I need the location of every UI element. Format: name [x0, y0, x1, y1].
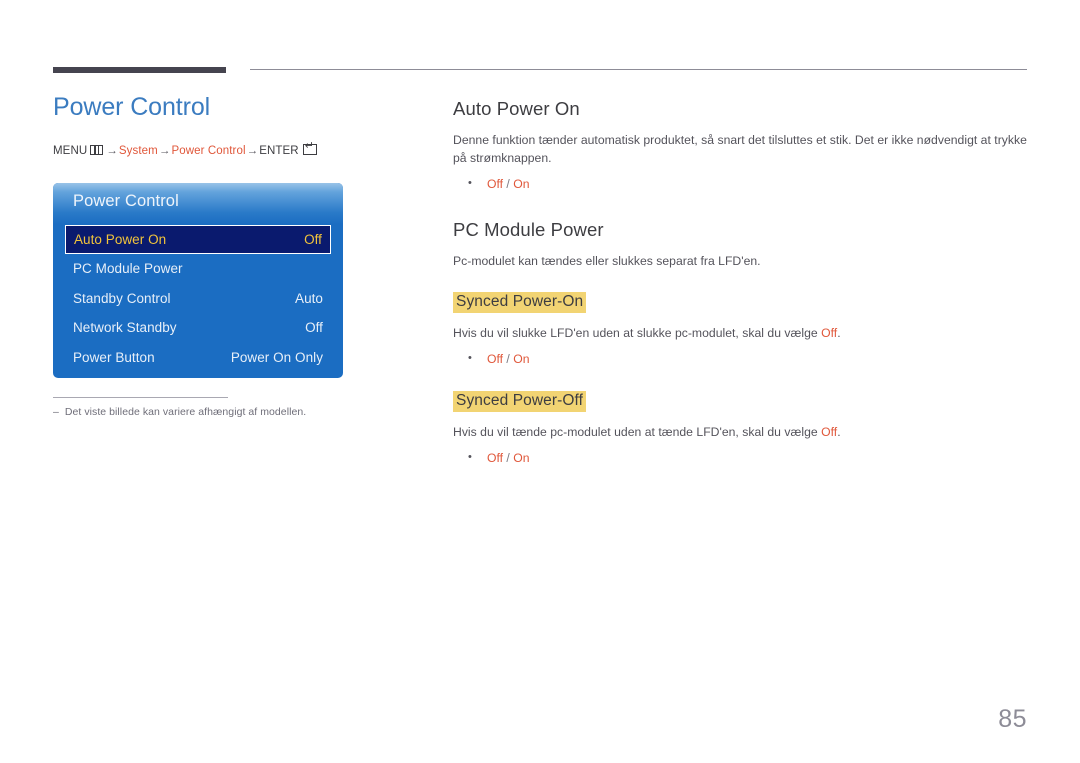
left-column: Power Control MENU →System→Power Control→… — [53, 92, 423, 157]
subsection-body-synced-power-off: Hvis du vil tænde pc-modulet uden at tæn… — [453, 423, 1031, 441]
subsection-body-synced-power-on: Hvis du vil slukke LFD'en uden at slukke… — [453, 324, 1031, 342]
option-on: On — [513, 351, 530, 366]
body-text-after: . — [837, 326, 841, 341]
page-number: 85 — [998, 705, 1027, 733]
option-off: Off — [487, 450, 504, 465]
osd-row-value: Off — [305, 320, 323, 336]
breadcrumb-enter-label: ENTER — [259, 145, 299, 157]
subsection-heading-synced-power-on: Synced Power-On — [453, 292, 587, 314]
option-off: Off — [487, 176, 504, 191]
osd-row-standby-control[interactable]: Standby Control Auto — [65, 284, 331, 314]
menu-bars-icon — [90, 145, 104, 155]
osd-title: Power Control — [53, 183, 343, 224]
osd-row-label: PC Module Power — [73, 261, 183, 277]
option-list-item: Off / On — [453, 449, 1031, 469]
osd-row-label: Standby Control — [73, 290, 171, 306]
osd-row-network-standby[interactable]: Network Standby Off — [65, 313, 331, 343]
breadcrumb-menu-label: MENU — [53, 145, 88, 157]
section-heading-pc-module-power: PC Module Power — [453, 219, 604, 241]
osd-row-label: Auto Power On — [74, 232, 167, 247]
option-separator: / — [503, 176, 514, 191]
osd-row-list: Auto Power On Off PC Module Power Standb… — [53, 225, 343, 372]
osd-row-value: Off — [304, 232, 322, 247]
osd-row-pc-module-power[interactable]: PC Module Power — [65, 254, 331, 284]
breadcrumb-step-system[interactable]: System — [119, 145, 158, 157]
right-column: Auto Power On Denne funktion tænder auto… — [453, 98, 1031, 468]
footnote: – Det viste billede kan variere afhængigt… — [53, 397, 373, 418]
section-body-auto-power-on: Denne funktion tænder automatisk produkt… — [453, 133, 1027, 166]
option-list-auto-power-on: Off / On — [453, 175, 1031, 195]
section-body-pc-module-power: Pc-modulet kan tændes eller slukkes sepa… — [453, 254, 761, 269]
osd-row-label: Power Button — [73, 349, 155, 365]
breadcrumb-step-power-control[interactable]: Power Control — [171, 145, 245, 157]
osd-row-value: Power On Only — [230, 349, 323, 365]
option-list-synced-power-off: Off / On — [453, 449, 1031, 469]
header-accent-bar — [53, 67, 226, 73]
header-divider-line — [250, 69, 1027, 70]
body-text-before: Hvis du vil slukke LFD'en uden at slukke… — [453, 326, 822, 341]
breadcrumb-arrow-2: → — [158, 145, 171, 157]
osd-row-value: Auto — [295, 290, 323, 306]
option-list-item: Off / On — [453, 175, 1031, 195]
breadcrumb-arrow-3: → — [246, 145, 259, 157]
osd-row-power-button[interactable]: Power Button Power On Only — [65, 343, 331, 373]
option-off: Off — [487, 351, 504, 366]
breadcrumb: MENU →System→Power Control→ENTER — [53, 141, 423, 157]
option-list-item: Off / On — [453, 350, 1031, 370]
breadcrumb-arrow-1: → — [106, 145, 118, 157]
body-text-before: Hvis du vil tænde pc-modulet uden at tæn… — [453, 425, 822, 440]
body-text-accent: Off — [821, 425, 838, 440]
page-title: Power Control — [53, 93, 211, 121]
footnote-line: – Det viste billede kan variere afhængigt… — [53, 406, 373, 418]
section-heading-auto-power-on: Auto Power On — [453, 98, 580, 119]
subsection-heading-synced-power-off: Synced Power-Off — [453, 391, 587, 413]
osd-row-auto-power-on[interactable]: Auto Power On Off — [65, 225, 331, 254]
option-on: On — [513, 450, 530, 465]
option-on: On — [513, 176, 530, 191]
option-separator: / — [503, 450, 514, 465]
osd-row-label: Network Standby — [73, 320, 177, 336]
footnote-divider — [53, 397, 228, 398]
enter-return-icon — [302, 141, 317, 155]
page-root: { "colors": { "accent_orange": "#e0573a"… — [0, 0, 1080, 763]
option-list-synced-power-on: Off / On — [453, 350, 1031, 370]
body-text-after: . — [837, 425, 841, 440]
body-text-accent: Off — [821, 326, 838, 341]
footnote-dash: – — [53, 406, 59, 418]
footnote-text: Det viste billede kan variere afhængigt … — [64, 406, 307, 418]
osd-menu-panel: Power Control Auto Power On Off PC Modul… — [53, 183, 343, 378]
option-separator: / — [503, 351, 514, 366]
